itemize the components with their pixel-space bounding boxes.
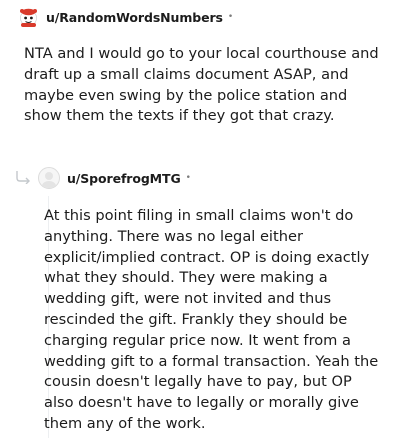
comment-header: u/RandomWordsNumbers •	[18, 6, 233, 28]
reply-arrow-icon	[16, 171, 30, 184]
reply-header: u/SporefrogMTG •	[38, 167, 191, 189]
username[interactable]: u/SporefrogMTG	[67, 171, 181, 186]
username[interactable]: u/RandomWordsNumbers	[46, 10, 223, 25]
default-avatar-icon[interactable]	[38, 167, 60, 189]
separator-dot: •	[227, 12, 234, 22]
snoo-avatar-icon[interactable]	[18, 7, 39, 28]
comment-body: NTA and I would go to your local courtho…	[24, 45, 379, 125]
separator-dot: •	[185, 173, 191, 183]
reply-body: At this point filing in small claims won…	[44, 207, 379, 432]
